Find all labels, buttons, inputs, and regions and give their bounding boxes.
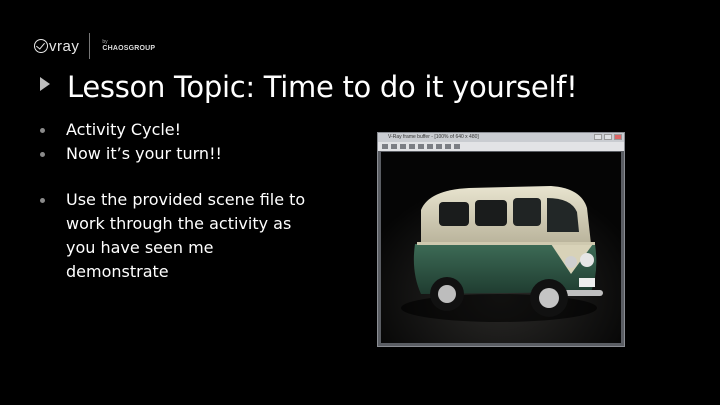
channel-icon xyxy=(382,144,388,149)
vw-bus-render xyxy=(381,152,621,343)
bullet-dot-icon xyxy=(40,198,45,203)
vray-logo: vray by CHAOSGROUP xyxy=(34,33,155,59)
chaosgroup-logo-text: CHAOSGROUP xyxy=(102,45,156,52)
vray-check-icon xyxy=(34,39,48,53)
bullet-dot-icon xyxy=(40,128,45,133)
render-icon xyxy=(454,144,460,149)
vray-brand-text: vray xyxy=(49,37,80,55)
red-channel-icon xyxy=(409,144,415,149)
bullet-item: Now it’s your turn!! xyxy=(40,142,310,166)
green-channel-icon xyxy=(418,144,424,149)
render-window-toolbar xyxy=(378,142,624,151)
blue-channel-icon xyxy=(427,144,433,149)
save-icon xyxy=(391,144,397,149)
render-window-title: V-Ray frame buffer - [100% of 640 x 480] xyxy=(388,134,479,140)
region-render-icon xyxy=(445,144,451,149)
close-icon xyxy=(614,134,622,140)
bullet-text: Use the provided scene file to work thro… xyxy=(66,190,306,281)
bullet-text: Now it’s your turn!! xyxy=(66,144,222,163)
bullet-list: Activity Cycle! Now it’s your turn!! Use… xyxy=(40,118,310,284)
slide-title: Lesson Topic: Time to do it yourself! xyxy=(67,70,578,104)
bullet-item: Use the provided scene file to work thro… xyxy=(40,188,310,284)
minimize-icon xyxy=(594,134,602,140)
alpha-channel-icon xyxy=(436,144,442,149)
logo-divider xyxy=(89,33,91,59)
render-window-titlebar: V-Ray frame buffer - [100% of 640 x 480] xyxy=(378,133,624,142)
bullet-dot-icon xyxy=(40,152,45,157)
maximize-icon xyxy=(604,134,612,140)
bullet-item: Activity Cycle! xyxy=(40,118,310,142)
rendered-image xyxy=(381,152,621,343)
bullet-text: Activity Cycle! xyxy=(66,120,182,139)
clear-icon xyxy=(400,144,406,149)
title-arrow-icon xyxy=(40,77,50,91)
render-window-screenshot: V-Ray frame buffer - [100% of 640 x 480] xyxy=(377,132,625,347)
